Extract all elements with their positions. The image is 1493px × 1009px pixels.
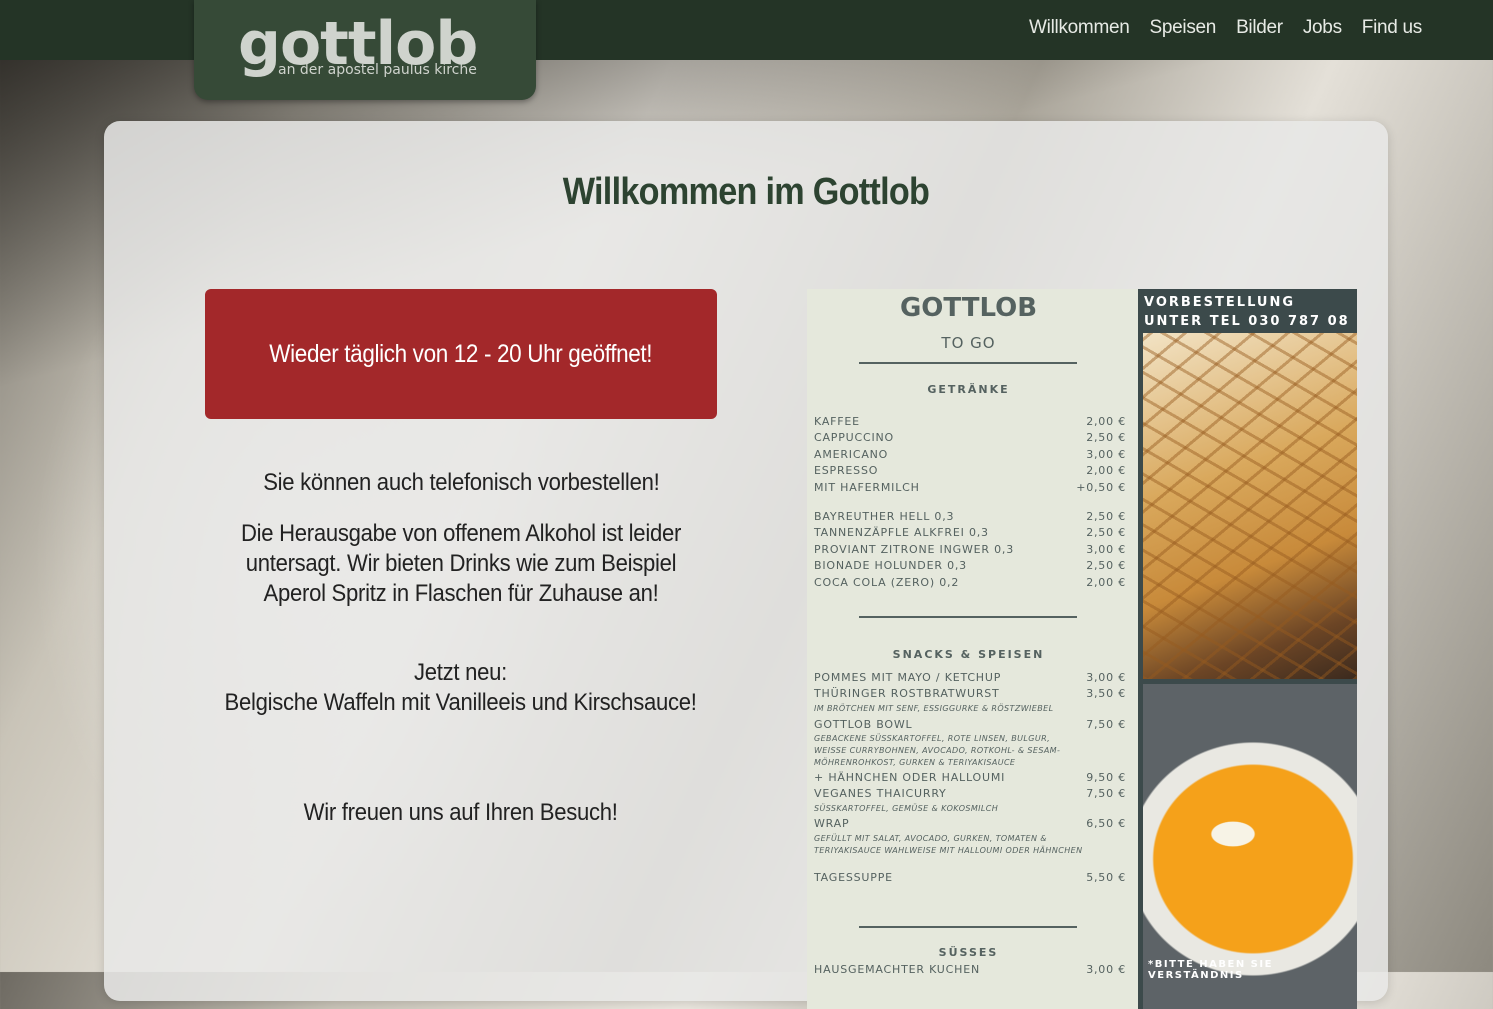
menu-item: AMERICANO 3,00 € (814, 448, 1126, 461)
menu-section-snacks: SNACKS & SPEISEN (892, 648, 1045, 661)
menu-item: KAFFEE 2,00 € (814, 415, 1126, 428)
nav-link-bilder[interactable]: Bilder (1236, 17, 1283, 39)
phone-order-text: Sie können auch telefonisch vorbestellen… (262, 469, 660, 496)
nav-link-jobs[interactable]: Jobs (1303, 17, 1342, 39)
menu-item-note: IM BRÖTCHEN MIT SENF, ESSIGGURKE & RÖSTZ… (814, 704, 1054, 713)
nav-link-willkommen[interactable]: Willkommen (1029, 17, 1130, 39)
menu-item: CAPPUCCINO 2,50 € (814, 431, 1126, 444)
nav-link-speisen[interactable]: Speisen (1150, 17, 1217, 39)
nav-link-find-us[interactable]: Find us (1362, 17, 1423, 39)
to-go-menu-image[interactable]: GOTTLOB TO GO GETRÄNKE KAFFEE 2,00 € CAPP… (807, 289, 1357, 1009)
menu-footer-note: *BITTE HABEN SIE VERSTÄNDNIS (1148, 959, 1273, 981)
menu-item: WRAP 6,50 € (814, 817, 1126, 830)
closing-text: Wir freuen uns auf Ihren Besuch! (304, 799, 618, 826)
menu-item: MIT HAFERMILCH +0,50 € (814, 481, 1126, 494)
menu-item: COCA COLA (ZERO) 0,2 2,00 € (814, 576, 1126, 589)
menu-item: BIONADE HOLUNDER 0,3 2,50 € (814, 559, 1126, 572)
welcome-card: Willkommen im Gottlob Wieder täglich von… (104, 121, 1388, 1009)
menu-list-panel: GOTTLOB TO GO GETRÄNKE KAFFEE 2,00 € CAPP… (807, 289, 1138, 1009)
menu-item: TANNENZÄPFLE ALKFREI 0,3 2,50 € (814, 526, 1126, 539)
menu-item: POMMES MIT MAYO / KETCHUP 3,00 € (814, 671, 1126, 684)
waffle-photo (1143, 333, 1357, 679)
alcohol-notice-text: Die Herausgabe von offenem Alkohol ist l… (240, 520, 682, 607)
menu-item-note: SÜSSKARTOFFEL, GEMÜSE & KOKOSMILCH (814, 804, 999, 813)
menu-item-note: GEBACKENE SÜSSKARTOFFEL, ROTE LINSEN, BU… (814, 734, 1061, 767)
menu-section-drinks: GETRÄNKE (927, 383, 1010, 396)
menu-divider (859, 926, 1077, 928)
site-logo[interactable]: gottlob an der apostel paulus kirche (194, 0, 536, 100)
page-title: Willkommen im Gottlob (562, 171, 930, 213)
menu-photo-panel: VORBESTELLUNG UNTER TEL 030 787 08 095 *… (1138, 289, 1357, 1009)
logo-subtitle: an der apostel paulus kirche (278, 62, 477, 78)
menu-divider (859, 362, 1077, 364)
menu-item: ESPRESSO 2,00 € (814, 464, 1126, 477)
menu-item: THÜRINGER ROSTBRATWURST 3,50 € (814, 687, 1126, 700)
opening-hours-banner: Wieder täglich von 12 - 20 Uhr geöffnet! (205, 289, 717, 419)
menu-item-note: GEFÜLLT MIT SALAT, AVOCADO, GURKEN, TOMA… (814, 834, 1083, 855)
menu-subtitle: TO GO (941, 334, 996, 352)
new-waffles-text: Belgische Waffeln mit Vanilleeis und Kir… (224, 689, 698, 716)
menu-item: PROVIANT ZITRONE INGWER 0,3 3,00 € (814, 543, 1126, 556)
menu-item: HAUSGEMACHTER KUCHEN 3,00 € (814, 963, 1126, 976)
new-heading: Jetzt neu: (414, 659, 508, 686)
main-nav: Willkommen Speisen Bilder Jobs Find us (1029, 17, 1422, 39)
menu-section-sweets: SÜSSES (938, 946, 999, 959)
opening-hours-text: Wieder täglich von 12 - 20 Uhr geöffnet! (269, 339, 653, 368)
menu-divider (859, 616, 1077, 618)
menu-brand: GOTTLOB (899, 293, 1038, 323)
menu-item: BAYREUTHER HELL 0,3 2,50 € (814, 510, 1126, 523)
menu-item: VEGANES THAICURRY 7,50 € (814, 787, 1126, 800)
menu-item: TAGESSUPPE 5,50 € (814, 871, 1126, 884)
menu-item: GOTTLOB BOWL 7,50 € (814, 718, 1126, 731)
menu-item: + HÄHNCHEN ODER HALLOUMI 9,50 € (814, 771, 1126, 784)
